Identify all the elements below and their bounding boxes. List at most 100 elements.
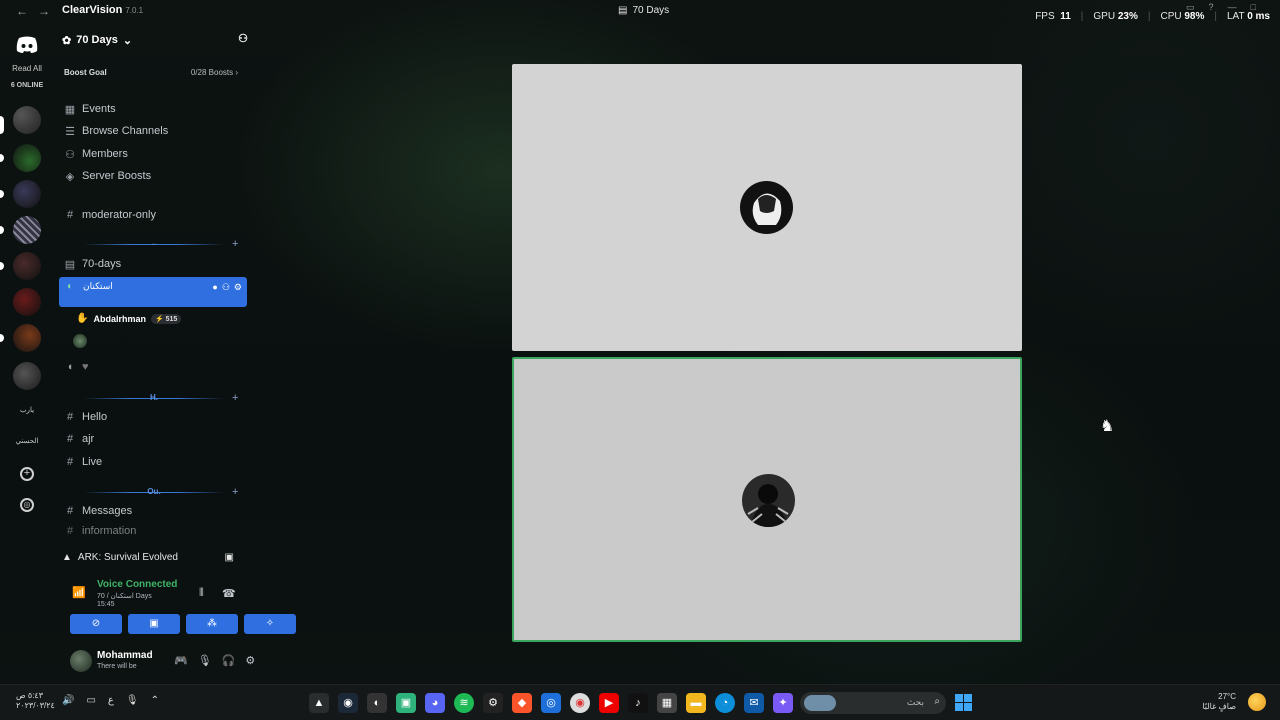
screen-share-button[interactable]: ▣ — [128, 614, 180, 634]
voice-user-avatar[interactable] — [73, 334, 87, 348]
gamepad-icon[interactable]: 🎮 — [174, 654, 188, 667]
chat-bubble-icon[interactable]: ● — [212, 282, 217, 293]
voice-user[interactable]: ✋ Abdalrhman ⚡ 515 — [76, 313, 182, 324]
latency-stat: LAT 0 ms — [1227, 11, 1270, 22]
outlook-app-icon[interactable]: ✉ — [744, 693, 764, 713]
video-tile-2[interactable] — [512, 357, 1022, 642]
category-label[interactable]: H. — [124, 393, 184, 402]
language-indicator[interactable]: ع — [108, 695, 114, 706]
app-blue-icon[interactable]: ◎ — [541, 693, 561, 713]
invite-icon[interactable]: ⚇ — [222, 282, 230, 293]
settings-gear-icon[interactable]: ⚙ — [234, 282, 242, 293]
obs-app-icon[interactable]: ◐ — [367, 693, 387, 713]
add-channel-icon[interactable]: + — [232, 392, 238, 404]
guild-badge-icon: ✿ — [62, 34, 72, 47]
user-name[interactable]: Mohammad — [97, 650, 153, 661]
server-folder-1[interactable] — [13, 106, 41, 134]
discord-logo-icon[interactable] — [15, 36, 39, 54]
category-label[interactable]: .. — [124, 238, 184, 247]
camera-off-button[interactable]: ⊘ — [70, 614, 122, 634]
menu-item-events[interactable]: ▦ Events — [64, 100, 116, 118]
server-text-icon-1[interactable]: يارب — [10, 406, 44, 414]
taskbar-apps: ▲ ◉ ◐ ▣ ◕ ≋ ⚙ ◆ ◎ ◉ ▶ ♪ ▦ ▬ ◔ ✉ ✦ — [309, 693, 793, 713]
channel-moderator-only[interactable]: # moderator-only — [64, 206, 156, 224]
channel-ajr[interactable]: # ajr — [64, 430, 94, 448]
headphones-icon[interactable]: 🎧 — [222, 654, 236, 667]
voice-channel-label: استكنان — [83, 281, 113, 291]
explore-servers-icon[interactable]: ◎ — [20, 498, 34, 512]
microphone-icon[interactable]: 🎙 — [198, 654, 212, 667]
microphone-icon[interactable]: 🎙 — [126, 695, 139, 706]
steam-app-icon[interactable]: ◉ — [338, 693, 358, 713]
menu-item-members[interactable]: ⚇ Members — [64, 145, 128, 163]
server-folder-2[interactable] — [13, 144, 41, 172]
add-server-icon[interactable]: + — [20, 467, 34, 481]
server-text-icon-2[interactable]: الحسني — [10, 437, 44, 445]
taskbar-clock[interactable]: ٥:٤٣ ص ٢٠٢٣/٠٣/٢٤ — [16, 691, 55, 711]
voice-location: استكنان / 70 Days — [97, 593, 152, 600]
stream-screen-icon[interactable]: ▣ — [225, 552, 234, 563]
edge-app-icon[interactable]: ◔ — [715, 693, 735, 713]
weather-desc: صافٍ غالبًا — [1202, 702, 1236, 711]
ark-app-icon[interactable]: ▲ — [309, 693, 329, 713]
weather-sun-icon[interactable] — [1248, 693, 1266, 711]
spotify-app-icon[interactable]: ≋ — [454, 693, 474, 713]
voice-channel-active[interactable]: ◖ استكنان ● ⚇ ⚙ — [59, 277, 247, 307]
menu-item-browse-channels[interactable]: ☰ Browse Channels — [64, 122, 168, 140]
category-label[interactable]: Ou. — [124, 487, 184, 496]
add-channel-icon[interactable]: + — [232, 238, 238, 250]
copilot-app-icon[interactable]: ✦ — [773, 693, 793, 713]
tiktok-app-icon[interactable]: ♪ — [628, 693, 648, 713]
noise-suppression-icon[interactable]: ⦀ — [199, 587, 204, 600]
invite-people-icon[interactable]: ⚇ — [238, 32, 248, 45]
server-icon-red[interactable] — [13, 288, 41, 316]
start-button[interactable] — [955, 694, 972, 711]
voice-action-buttons: ⊘ ▣ ⁂ ✧ — [70, 614, 296, 634]
volume-icon[interactable]: 🔊 — [62, 695, 74, 706]
app-green-icon[interactable]: ▣ — [396, 693, 416, 713]
selected-server-indicator — [0, 116, 4, 134]
read-all-button[interactable]: Read All — [0, 64, 54, 73]
server-icon-ms[interactable] — [13, 216, 41, 244]
disconnect-icon[interactable]: ☎ — [222, 587, 236, 600]
voice-channel-2[interactable]: ◖ ♥ — [64, 358, 89, 376]
network-icon[interactable]: ▭ — [86, 695, 95, 706]
forward-arrow-icon[interactable]: → — [38, 4, 50, 18]
store-app-icon[interactable]: ▦ — [657, 693, 677, 713]
weather-widget[interactable]: 27°C صافٍ غالبًا — [1202, 692, 1236, 712]
add-channel-icon[interactable]: + — [232, 486, 238, 498]
channel-hello[interactable]: # Hello — [64, 408, 107, 426]
discord-app-icon[interactable]: ◕ — [425, 693, 445, 713]
chrome-app-icon[interactable]: ◉ — [570, 693, 590, 713]
file-explorer-icon[interactable]: ▬ — [686, 693, 706, 713]
server-folder-3[interactable] — [13, 180, 41, 208]
voice-status[interactable]: Voice Connected — [97, 579, 177, 590]
channel-live[interactable]: # Live — [64, 453, 102, 471]
signal-strength-icon[interactable]: 📶 — [72, 586, 86, 599]
video-tile-1[interactable] — [512, 64, 1022, 351]
server-icon-grey[interactable] — [13, 362, 41, 390]
avatar[interactable] — [70, 650, 92, 672]
back-arrow-icon[interactable]: ← — [16, 4, 28, 18]
menu-item-server-boosts[interactable]: ◈ Server Boosts — [64, 167, 151, 185]
unread-indicator — [0, 154, 4, 162]
channel-information[interactable]: # information — [64, 525, 136, 537]
channel-label: Live — [82, 456, 103, 468]
taskbar-search[interactable]: بحث ⌕ — [800, 692, 946, 714]
user-avatar-art — [740, 181, 793, 234]
youtube-app-icon[interactable]: ▶ — [599, 693, 619, 713]
brave-app-icon[interactable]: ◆ — [512, 693, 532, 713]
settings-app-icon[interactable]: ⚙ — [483, 693, 503, 713]
soundboard-button[interactable]: ✧ — [244, 614, 296, 634]
channel-messages[interactable]: # Messages — [64, 502, 132, 520]
boost-goal-bar[interactable]: Boost Goal 0/28 Boosts › — [58, 64, 244, 80]
activities-button[interactable]: ⁂ — [186, 614, 238, 634]
guild-header[interactable]: ✿ 70 Days ⌄ ⚇ — [62, 30, 248, 50]
channel-70-days[interactable]: ▤ 70-days — [64, 255, 121, 273]
chevron-up-icon[interactable]: ⌃ — [151, 695, 159, 706]
window-title-text: 70 Days — [632, 5, 670, 16]
server-folder-5[interactable] — [13, 324, 41, 352]
server-folder-4[interactable] — [13, 252, 41, 280]
settings-gear-icon[interactable]: ⚙ — [245, 654, 255, 667]
title-bar: ← → ClearVision 7.0.1 ▤ 70 Days ▭ ? — □ F… — [0, 0, 1280, 22]
